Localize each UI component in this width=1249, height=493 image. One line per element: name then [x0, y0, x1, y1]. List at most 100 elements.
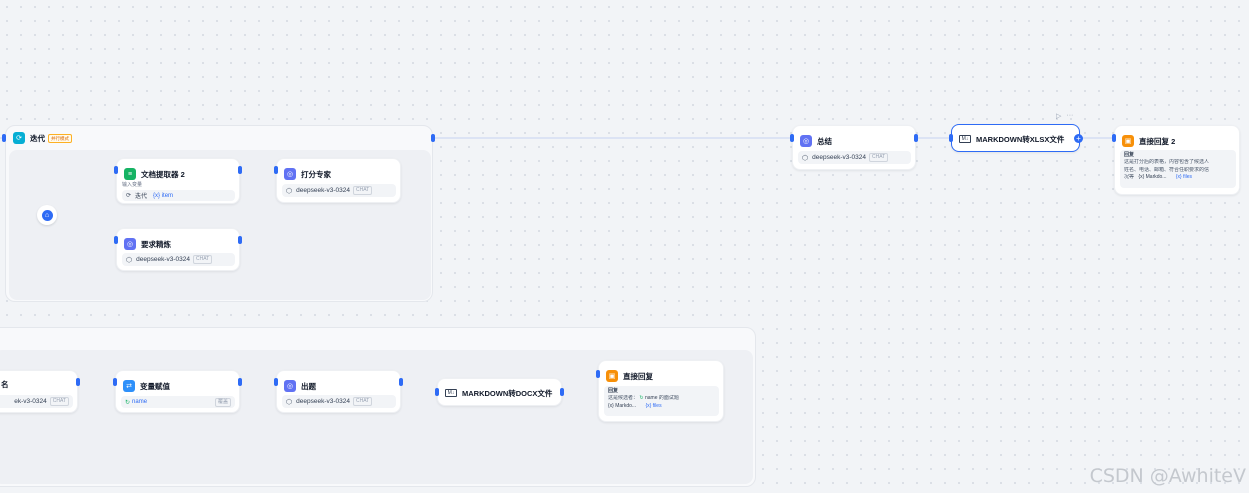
- refine-out-handle[interactable]: [238, 236, 242, 244]
- run-icon[interactable]: ▷: [1056, 112, 1061, 120]
- chat-mode-badge: CHAT: [868, 153, 889, 162]
- question-out-handle[interactable]: [399, 378, 403, 386]
- reply-label: 回复: [1124, 152, 1135, 158]
- reply-var-files: {x} files: [1175, 173, 1192, 180]
- node-title: 直接回复 2: [1139, 136, 1176, 146]
- variable-assign-node[interactable]: ⇄ 变量赋值 ↻ name 覆盖: [115, 370, 240, 413]
- overwrite-op-badge: 覆盖: [214, 397, 231, 407]
- reply-content: 回复 这是打分后的表格，内容包含了候选人 姓名、电话、邮箱、符合任职要求的信 况…: [1120, 150, 1236, 188]
- reply-text-line3: 况等: [1124, 173, 1135, 180]
- chat-mode-badge: CHAT: [352, 397, 373, 406]
- node-title: 打分专家: [301, 169, 331, 179]
- reply-text-suffix: 的面试题: [658, 395, 679, 402]
- input-variable-row: ⟳ 迭代 {x} item: [122, 190, 235, 201]
- iteration-title: 迭代: [30, 133, 45, 143]
- markdown-icon: M↓: [959, 135, 971, 143]
- model-name: deepseek-v3-0324: [296, 398, 350, 405]
- node-title: 直接回复: [623, 371, 653, 381]
- iteration-icon: ⟳: [13, 132, 25, 144]
- partial-out-handle[interactable]: [76, 378, 80, 386]
- model-row: ⬡ deepseek-v3-0324 CHAT: [282, 395, 396, 408]
- llm-node-partial[interactable]: 名 ek-v3-0324 CHAT: [0, 370, 78, 413]
- node-title: 文档提取器 2: [141, 169, 185, 179]
- node-title: 变量赋值: [140, 381, 170, 391]
- node-title: 要求精炼: [141, 239, 171, 249]
- reply-text-var: name: [645, 395, 658, 402]
- varassign-out-handle[interactable]: [238, 378, 242, 386]
- node-title: MARKDOWN转DOCX文件: [462, 388, 553, 398]
- reply-var-markdown: {x} Markdo...: [1138, 173, 1167, 180]
- llm-icon: ◎: [284, 380, 296, 392]
- answer-icon: ▣: [1122, 135, 1134, 147]
- variable-icon: ↻: [125, 399, 131, 406]
- reply2-in-handle[interactable]: [1112, 134, 1116, 142]
- direct-reply-2-node[interactable]: ▣ 直接回复 2 回复 这是打分后的表格，内容包含了候选人 姓名、电话、邮箱、符…: [1114, 125, 1240, 195]
- requirement-refine-node[interactable]: ◎ 要求精炼 ⬡ deepseek-v3-0324 CHAT: [116, 228, 240, 271]
- answer-icon: ▣: [606, 370, 618, 382]
- iteration-start-node[interactable]: ⌂: [37, 205, 57, 225]
- input-variable-label: 输入变量: [122, 182, 143, 188]
- docx-in-handle[interactable]: [435, 388, 439, 396]
- varassign-in-handle[interactable]: [113, 378, 117, 386]
- model-name: deepseek-v3-0324: [136, 256, 190, 263]
- variable-assign-icon: ⇄: [123, 380, 135, 392]
- model-name: deepseek-v3-0324: [812, 154, 866, 161]
- watermark: CSDN @AwhiteV: [1089, 465, 1246, 487]
- summary-in-handle[interactable]: [790, 134, 794, 142]
- model-icon: ⬡: [286, 398, 293, 406]
- question-in-handle[interactable]: [274, 378, 278, 386]
- model-row: ⬡ deepseek-v3-0324 CHAT: [122, 253, 235, 266]
- document-icon: ≡: [124, 168, 136, 180]
- reply-content: 回复 这是候选者： ↻ name 的面试题 {x} Markdo... {x} …: [604, 386, 719, 416]
- iteration-container[interactable]: ⟳ 迭代 并行模式: [5, 125, 433, 302]
- model-row: ek-v3-0324 CHAT: [0, 395, 73, 408]
- node-title: MARKDOWN转XLSX文件: [976, 134, 1065, 144]
- doc-extractor-in-handle[interactable]: [114, 166, 118, 174]
- reply-text-line1: 这是打分后的表格，内容包含了候选人: [1124, 159, 1210, 166]
- more-icon[interactable]: ···: [1066, 112, 1073, 120]
- markdown-icon: M↓: [445, 389, 457, 397]
- iteration-input-handle[interactable]: [2, 134, 6, 142]
- chat-mode-badge: CHAT: [352, 186, 373, 195]
- add-next-node-icon[interactable]: +: [1074, 134, 1083, 143]
- scoring-in-handle[interactable]: [274, 166, 278, 174]
- reply-var-markdown: {x} Markdo...: [608, 402, 637, 409]
- reply-label: 回复: [608, 388, 619, 394]
- llm-icon: ◎: [124, 238, 136, 250]
- home-icon: ⌂: [41, 209, 53, 221]
- var-source: 迭代: [135, 194, 148, 200]
- md-to-xlsx-node[interactable]: M↓ MARKDOWN转XLSX文件: [951, 124, 1080, 152]
- docx-out-handle[interactable]: [560, 388, 564, 396]
- reply-in-handle[interactable]: [596, 370, 600, 378]
- chat-mode-badge: CHAT: [192, 255, 213, 264]
- llm-icon: ◎: [800, 135, 812, 147]
- scoring-expert-node[interactable]: ◎ 打分专家 ⬡ deepseek-v3-0324 CHAT: [276, 158, 401, 203]
- model-icon: ⬡: [802, 154, 809, 162]
- model-name: ek-v3-0324: [14, 398, 47, 405]
- node-title: 总结: [817, 136, 832, 146]
- question-node[interactable]: ◎ 出题 ⬡ deepseek-v3-0324 CHAT: [276, 370, 401, 413]
- node-title: 名: [1, 380, 9, 389]
- node-title: 出题: [301, 381, 316, 391]
- node-toolbar: ▷ ···: [1056, 112, 1073, 120]
- var-name: {x} item: [153, 192, 174, 199]
- assign-var-name: name: [132, 399, 148, 405]
- parallel-mode-badge: 并行模式: [48, 133, 72, 143]
- summary-node[interactable]: ◎ 总结 ⬡ deepseek-v3-0324 CHAT: [792, 125, 916, 170]
- doc-extractor-node[interactable]: ≡ 文档提取器 2 输入变量 ⟳ 迭代 {x} item: [116, 158, 240, 204]
- refine-in-handle[interactable]: [114, 236, 118, 244]
- doc-extractor-out-handle[interactable]: [238, 166, 242, 174]
- assign-row: ↻ name 覆盖: [121, 396, 235, 408]
- md-to-docx-node[interactable]: M↓ MARKDOWN转DOCX文件: [437, 378, 562, 406]
- model-icon: ⬡: [286, 187, 293, 195]
- model-icon: ⬡: [126, 256, 133, 264]
- iteration-output-handle[interactable]: [431, 134, 435, 142]
- llm-icon: ◎: [284, 168, 296, 180]
- summary-out-handle[interactable]: [914, 134, 918, 142]
- direct-reply-node[interactable]: ▣ 直接回复 回复 这是候选者： ↻ name 的面试题 {x} Markdo.…: [598, 360, 724, 422]
- xlsx-in-handle[interactable]: [949, 134, 953, 142]
- chat-mode-badge: CHAT: [49, 397, 69, 406]
- model-row: ⬡ deepseek-v3-0324 CHAT: [798, 151, 911, 164]
- reply-var-icon: ↻: [639, 395, 644, 402]
- model-name: deepseek-v3-0324: [296, 187, 350, 194]
